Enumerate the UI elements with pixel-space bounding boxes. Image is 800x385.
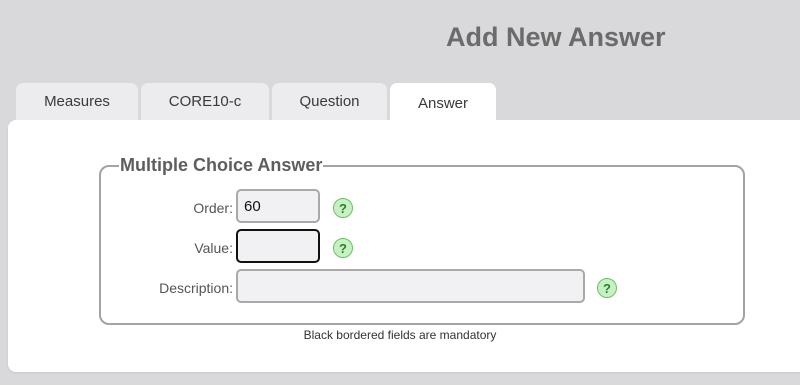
order-input[interactable] xyxy=(236,189,320,223)
tab-core10-c[interactable]: CORE10-c xyxy=(141,83,269,120)
order-label: Order: xyxy=(193,200,233,216)
tab-answer[interactable]: Answer xyxy=(390,83,496,123)
value-input[interactable] xyxy=(236,229,320,263)
page-title: Add New Answer xyxy=(446,22,666,52)
tab-measures[interactable]: Measures xyxy=(16,83,138,120)
description-input[interactable] xyxy=(236,269,585,303)
value-label: Value: xyxy=(194,240,233,256)
answer-panel: Multiple Choice Answer Order: ? Value: ?… xyxy=(8,120,800,372)
fieldset-legend: Multiple Choice Answer xyxy=(120,155,323,175)
tab-question[interactable]: Question xyxy=(272,83,387,120)
description-help-icon[interactable]: ? xyxy=(597,278,617,298)
order-help-icon[interactable]: ? xyxy=(333,198,353,218)
page: Add New Answer Measures CORE10-c Questio… xyxy=(0,0,800,385)
value-help-icon[interactable]: ? xyxy=(333,238,353,258)
mandatory-note: Black bordered fields are mandatory xyxy=(303,328,497,342)
description-label: Description: xyxy=(159,280,233,296)
